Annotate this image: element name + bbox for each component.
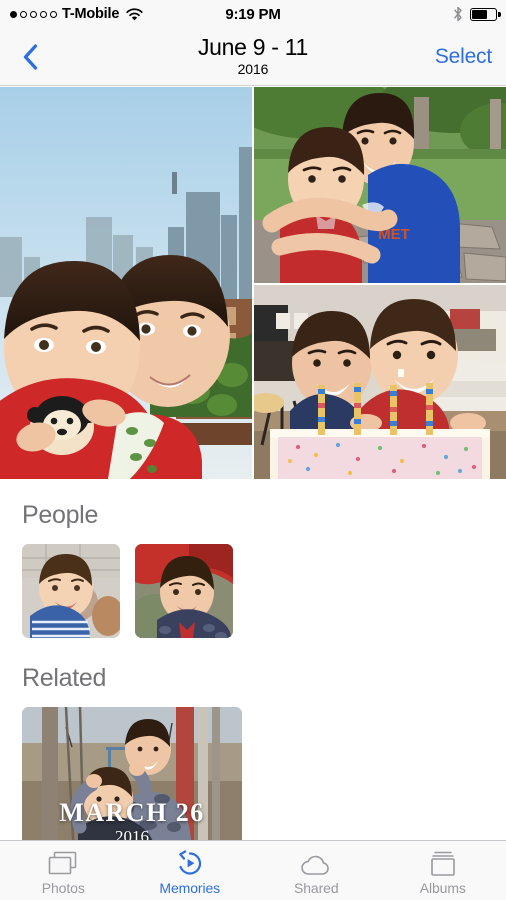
status-bar: T-Mobile 9:19 PM <box>0 0 506 28</box>
tab-memories-label: Memories <box>159 880 221 896</box>
people-section: People <box>0 501 506 638</box>
related-section: Related MARCH 26 2016 <box>0 664 506 840</box>
select-button[interactable]: Select <box>435 45 492 69</box>
people-thumbnail-row <box>0 544 506 638</box>
tab-shared[interactable]: Shared <box>253 841 380 900</box>
chevron-left-icon <box>23 43 38 70</box>
memories-replay-icon <box>176 849 204 877</box>
page-subtitle: 2016 <box>237 61 269 77</box>
people-section-title: People <box>22 501 99 529</box>
back-button[interactable] <box>10 35 50 79</box>
photos-stack-icon <box>48 849 78 877</box>
cloud-icon <box>300 849 332 877</box>
page-title: June 9 - 11 <box>197 34 309 60</box>
tab-photos-label: Photos <box>41 880 85 896</box>
face-thumbnail-1[interactable] <box>22 544 120 638</box>
tab-photos[interactable]: Photos <box>0 841 127 900</box>
navigation-bar: June 9 - 11 2016 Select <box>0 28 506 86</box>
tab-shared-label: Shared <box>293 880 339 896</box>
bluetooth-icon <box>453 6 463 22</box>
clock-label: 9:19 PM <box>225 5 281 23</box>
albums-icon <box>429 849 457 877</box>
photos-memories-screen: T-Mobile 9:19 PM June 9 - 11 2016 Select… <box>0 0 506 900</box>
tab-bar: Photos Memories Shared Albums <box>0 840 506 900</box>
photo-collage: MET <box>0 87 506 479</box>
tab-memories[interactable]: Memories <box>127 841 254 900</box>
battery-icon <box>470 7 501 21</box>
related-card-row: MARCH 26 2016 <box>0 707 506 840</box>
related-memory-march-26[interactable]: MARCH 26 2016 <box>22 707 242 840</box>
photo-bottom-right-birthday-cake[interactable] <box>254 285 506 479</box>
face-thumbnail-2[interactable] <box>135 544 233 638</box>
related-section-title: Related <box>22 664 107 692</box>
tab-albums[interactable]: Albums <box>380 841 506 900</box>
tab-albums-label: Albums <box>419 880 466 896</box>
scroll-content[interactable]: MET People Related MARCH 26 2016 <box>0 87 506 840</box>
nav-title-group: June 9 - 11 2016 <box>0 34 506 78</box>
photo-main-two-boys-city-skyline[interactable] <box>0 87 252 479</box>
photo-top-right-boys-hugging[interactable]: MET <box>254 87 506 283</box>
status-bar-right <box>453 6 501 22</box>
